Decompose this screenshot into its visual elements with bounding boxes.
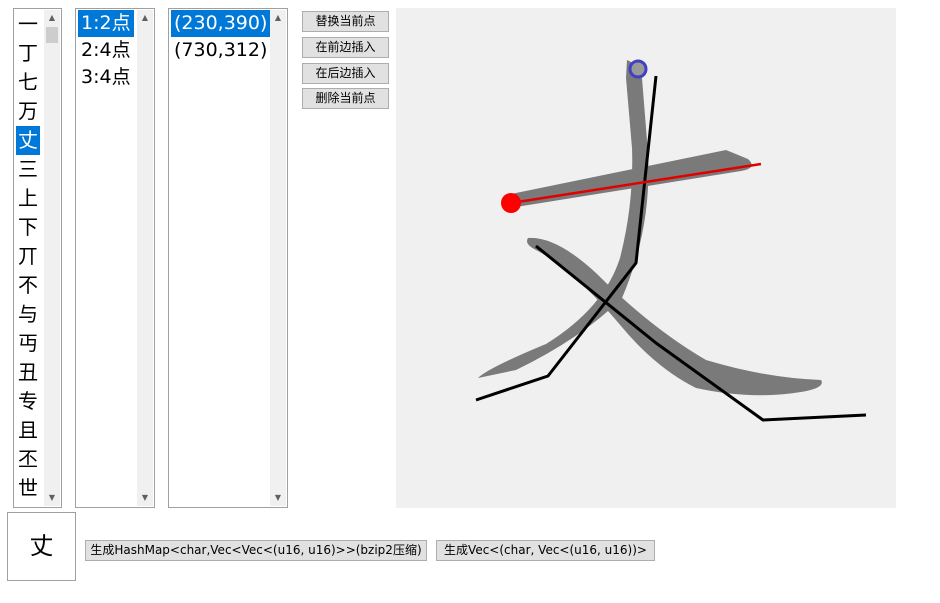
char-list-item[interactable]: 世 <box>16 474 40 503</box>
char-list-item[interactable]: 丕 <box>16 445 40 474</box>
stroke-list[interactable]: 1:2点 2:4点 3:4点 ▲ ▼ <box>75 8 155 508</box>
char-preview: 丈 <box>7 512 76 581</box>
stroke-list-scrollbar[interactable]: ▲ ▼ <box>137 10 153 506</box>
insert-before-button[interactable]: 在前边插入 <box>302 37 389 58</box>
replace-point-button[interactable]: 替换当前点 <box>302 11 389 32</box>
point-list-scrollbar[interactable]: ▲ ▼ <box>270 10 286 506</box>
glyph-stroke-falling <box>527 237 822 396</box>
char-list-item[interactable]: 与 <box>16 300 40 329</box>
stroke-drawing <box>475 59 867 422</box>
char-list-item[interactable]: 且 <box>16 416 40 445</box>
scroll-thumb[interactable] <box>46 27 58 43</box>
stroke-endpoint-marker[interactable] <box>628 59 648 79</box>
char-list-item[interactable]: 丑 <box>16 358 40 387</box>
stroke-list-item[interactable]: 2:4点 <box>78 37 134 64</box>
glyph-stroke-vertical <box>478 60 649 378</box>
generate-hashmap-button[interactable]: 生成HashMap<char,Vec<Vec<(u16, u16)>>(bzip… <box>85 540 427 561</box>
stroke-canvas[interactable] <box>396 8 896 508</box>
point-list[interactable]: (230,390) (730,312) ▲ ▼ <box>168 8 288 508</box>
scroll-down-icon[interactable]: ▼ <box>270 490 286 506</box>
char-list-item[interactable]: 专 <box>16 387 40 416</box>
stroke-list-item[interactable]: 1:2点 <box>78 10 134 37</box>
scroll-down-icon[interactable]: ▼ <box>137 490 153 506</box>
selected-point-marker[interactable] <box>501 193 521 213</box>
char-list-item[interactable]: 万 <box>16 97 40 126</box>
scroll-up-icon[interactable]: ▲ <box>270 10 286 26</box>
char-list-item[interactable]: 下 <box>16 213 40 242</box>
scroll-up-icon[interactable]: ▲ <box>44 10 60 26</box>
char-list[interactable]: 一丁七万丈三上下丌不与丏丑专且丕世 ▲ ▼ <box>13 8 62 508</box>
scroll-down-icon[interactable]: ▼ <box>44 490 60 506</box>
generate-vec-button[interactable]: 生成Vec<(char, Vec<(u16, u16))> <box>436 540 655 561</box>
char-list-item[interactable]: 不 <box>16 271 40 300</box>
char-list-item[interactable]: 三 <box>16 155 40 184</box>
scroll-up-icon[interactable]: ▲ <box>137 10 153 26</box>
char-list-item[interactable]: 七 <box>16 68 40 97</box>
char-list-scrollbar[interactable]: ▲ ▼ <box>44 10 60 506</box>
char-list-item[interactable]: 上 <box>16 184 40 213</box>
char-list-item[interactable]: 一 <box>16 10 40 39</box>
char-list-item[interactable]: 丏 <box>16 329 40 358</box>
insert-after-button[interactable]: 在后边插入 <box>302 63 389 84</box>
char-list-item[interactable]: 丈 <box>16 126 40 155</box>
point-list-item[interactable]: (730,312) <box>171 37 270 64</box>
point-list-item[interactable]: (230,390) <box>171 10 271 37</box>
char-list-item[interactable]: 丌 <box>16 242 40 271</box>
char-list-item[interactable]: 丁 <box>16 39 40 68</box>
stroke-list-item[interactable]: 3:4点 <box>78 64 134 91</box>
delete-point-button[interactable]: 删除当前点 <box>302 88 389 109</box>
glyph-outline <box>478 60 822 396</box>
